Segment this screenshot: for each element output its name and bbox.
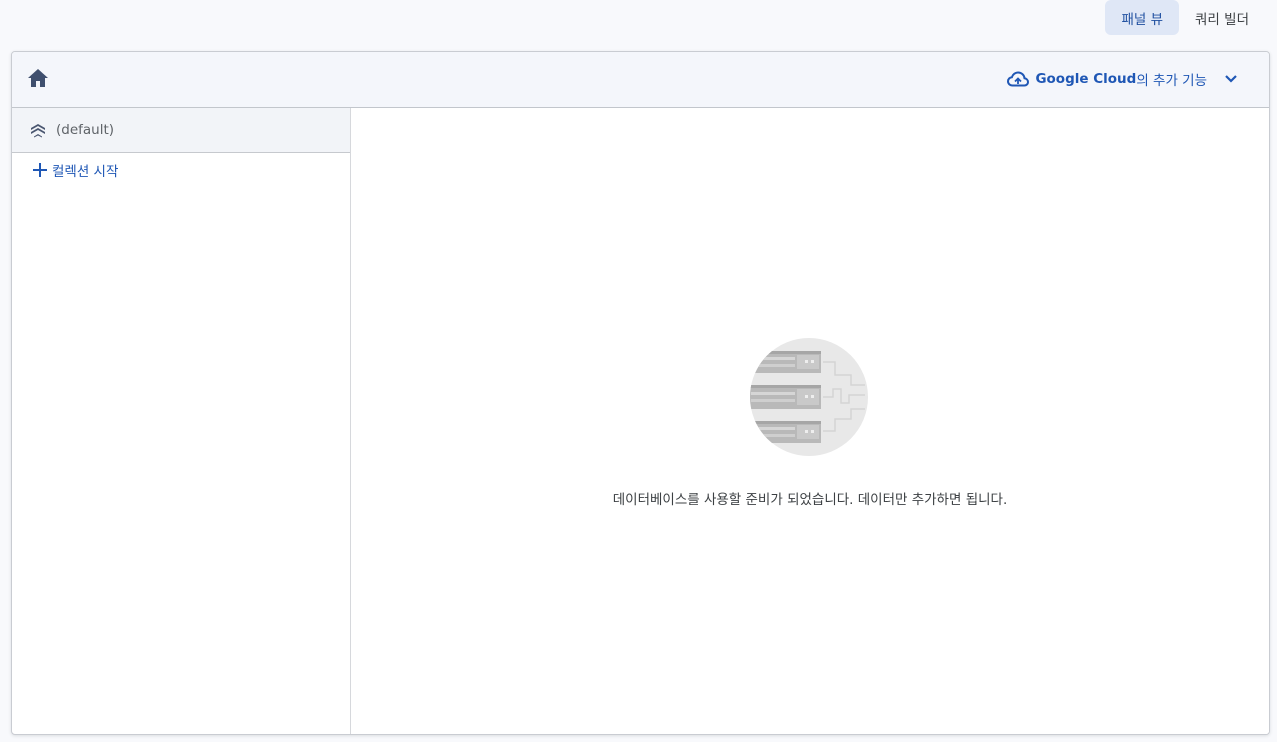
google-cloud-extensions-menu[interactable]: Google Cloud 의 추가 기능 <box>1007 66 1241 92</box>
home-icon <box>28 69 48 87</box>
sidebar: (default) 컬렉션 시작 <box>12 108 351 734</box>
query-builder-button[interactable]: 쿼리 빌더 <box>1179 0 1265 35</box>
cloud-icon <box>1007 68 1030 90</box>
database-label: (default) <box>56 122 115 138</box>
database-stack-icon <box>28 120 48 140</box>
home-button[interactable] <box>26 66 50 90</box>
database-item-default[interactable]: (default) <box>12 108 350 153</box>
google-cloud-label: Google Cloud <box>1035 71 1137 87</box>
empty-state-message: 데이터베이스를 사용할 준비가 되었습니다. 데이터만 추가하면 됩니다. <box>612 492 1008 508</box>
server-rack-illustration <box>749 337 869 457</box>
view-toggle: 패널 뷰 쿼리 빌더 <box>1105 0 1265 35</box>
extensions-suffix-label: 의 추가 기능 <box>1136 73 1207 89</box>
start-collection-label: 컬렉션 시작 <box>52 164 119 180</box>
main-content: 데이터베이스를 사용할 준비가 되었습니다. 데이터만 추가하면 됩니다. <box>351 108 1269 734</box>
panel-view-button[interactable]: 패널 뷰 <box>1105 0 1180 35</box>
start-collection-button[interactable]: 컬렉션 시작 <box>12 153 350 187</box>
chevron-down-icon <box>1221 69 1241 89</box>
panel-header: Google Cloud 의 추가 기능 <box>12 52 1269 108</box>
plus-icon <box>32 162 48 178</box>
data-panel: Google Cloud 의 추가 기능 (default) 컬렉션 시작 데이… <box>11 51 1270 735</box>
top-bar: 패널 뷰 쿼리 빌더 <box>0 0 1277 50</box>
